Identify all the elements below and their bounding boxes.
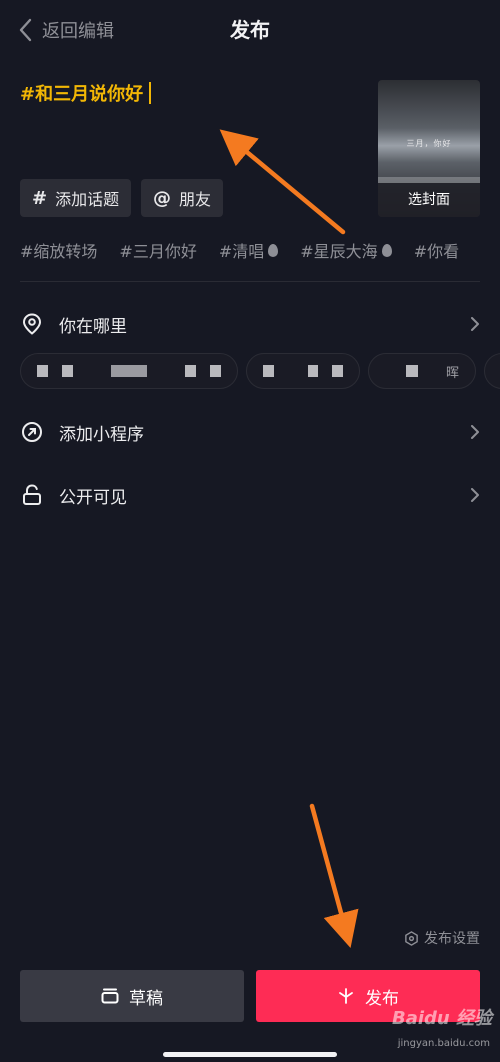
add-topic-button[interactable]: # 添加话题	[20, 179, 132, 217]
unlock-icon	[20, 483, 44, 507]
location-suggestion-chip[interactable]	[484, 353, 500, 389]
chevron-right-icon	[471, 317, 479, 331]
tag-label: #缩放转场	[20, 242, 98, 261]
trending-tags: #缩放转场 #三月你好 #清唱 #星辰大海 #你看	[20, 236, 500, 264]
mention-friend-button[interactable]: @ 朋友	[141, 179, 224, 217]
draft-label: 草稿	[129, 988, 163, 1009]
redacted-block	[37, 365, 48, 377]
chevron-right-icon	[471, 425, 479, 439]
draft-box-icon	[101, 988, 119, 1004]
redacted-block	[61, 365, 73, 377]
flame-icon	[268, 243, 279, 257]
back-button[interactable]: 返回编辑	[18, 14, 114, 46]
caption-text: #和三月说你好	[20, 84, 144, 105]
flame-icon	[381, 243, 392, 257]
cover-overlay-text: 三月，你好	[406, 139, 452, 148]
annotation-arrow	[219, 129, 346, 235]
redacted-block	[405, 365, 418, 377]
tag-label: #三月你好	[119, 242, 197, 261]
home-indicator	[163, 1052, 337, 1057]
caption-input[interactable]: #和三月说你好	[20, 80, 152, 106]
redacted-block	[332, 365, 344, 377]
mini-program-label: 添加小程序	[59, 424, 144, 445]
settings-hex-icon	[405, 930, 418, 946]
divider	[20, 281, 480, 282]
sparkle-icon	[339, 988, 353, 1004]
publish-settings-label: 发布设置	[424, 931, 480, 947]
watermark-url: jingyan.baidu.com	[397, 1038, 490, 1049]
tag-label: #你看	[413, 242, 460, 261]
text-cursor	[149, 82, 152, 104]
location-suggestion-chip[interactable]	[20, 353, 238, 389]
chevron-left-icon	[18, 18, 32, 42]
link-icon	[20, 420, 44, 444]
select-cover-label: 选封面	[378, 183, 480, 217]
at-icon: @	[153, 187, 171, 209]
tag-item[interactable]: #缩放转场	[20, 236, 97, 264]
location-chip-text: 晖	[445, 365, 459, 381]
tag-item[interactable]: #你看	[414, 236, 459, 264]
redacted-block	[307, 365, 319, 377]
annotation-arrow	[309, 803, 359, 949]
location-pin-icon	[20, 312, 44, 336]
mention-friend-label: 朋友	[179, 190, 212, 209]
location-row[interactable]: 你在哪里	[20, 304, 482, 344]
mini-program-row[interactable]: 添加小程序	[20, 412, 482, 452]
baidu-watermark: Baidu 经验	[391, 1008, 492, 1029]
cover-selector[interactable]: 三月，你好 选封面	[378, 80, 480, 217]
redacted-block	[110, 365, 148, 377]
tag-item[interactable]: #清唱	[218, 236, 279, 264]
visibility-label: 公开可见	[59, 487, 127, 508]
back-label: 返回编辑	[42, 21, 114, 42]
tag-label: #星辰大海	[300, 242, 378, 261]
draft-button[interactable]: 草稿	[20, 970, 244, 1022]
add-topic-label: 添加话题	[55, 190, 120, 209]
publish-settings-button[interactable]: 发布设置	[404, 928, 480, 948]
redacted-block	[185, 365, 197, 377]
location-suggestion-chip[interactable]: 晖	[368, 353, 476, 389]
location-suggestion-chip[interactable]	[246, 353, 360, 389]
visibility-row[interactable]: 公开可见	[20, 475, 482, 515]
redacted-block	[263, 365, 274, 377]
hashtag-icon: #	[32, 187, 48, 209]
location-label: 你在哪里	[59, 316, 127, 337]
redacted-block	[210, 365, 221, 377]
tag-label: #清唱	[218, 242, 265, 261]
chevron-right-icon	[471, 488, 479, 502]
tag-item[interactable]: #星辰大海	[300, 236, 392, 264]
tag-item[interactable]: #三月你好	[119, 236, 196, 264]
